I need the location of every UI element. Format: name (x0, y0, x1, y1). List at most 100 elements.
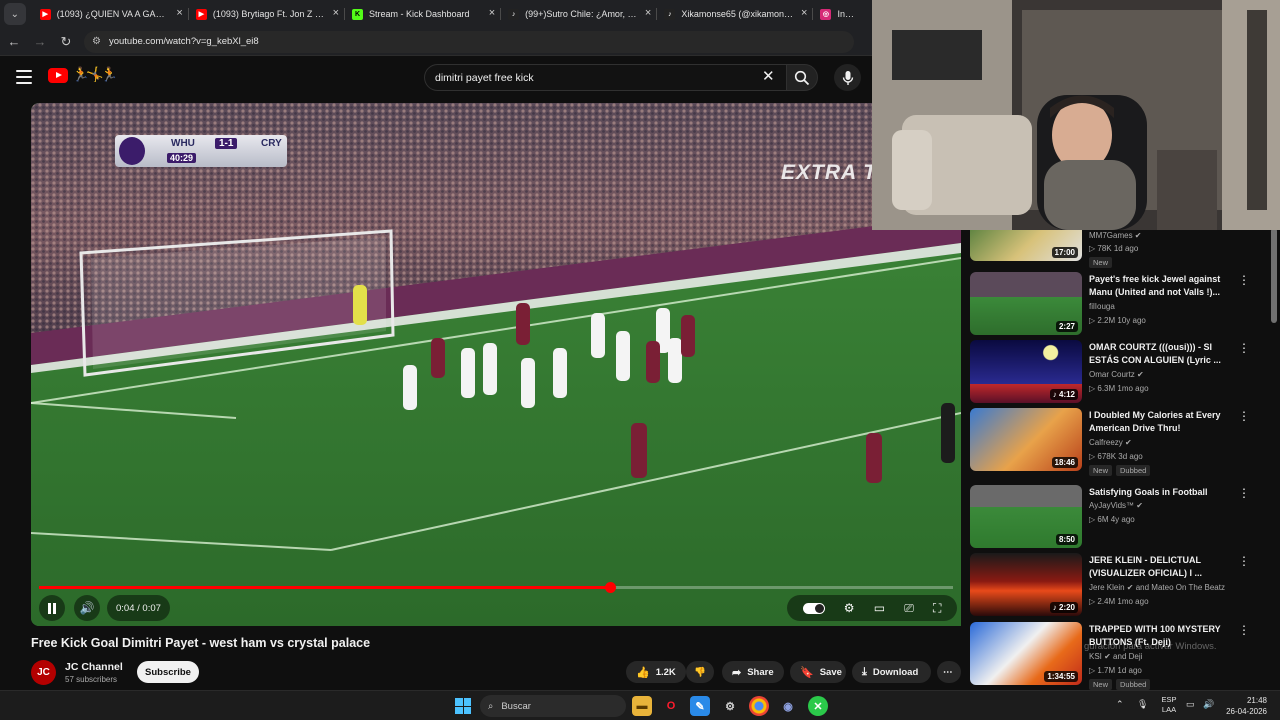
chrome-icon[interactable] (749, 696, 769, 716)
dislike-button[interactable]: 👎 (686, 661, 714, 683)
volume-button[interactable]: 🔊 (74, 595, 100, 621)
voice-search-button[interactable] (834, 64, 861, 91)
close-icon[interactable]: × (176, 8, 182, 19)
channel-name[interactable]: Omar Courtz ✔ (1089, 370, 1144, 379)
youtube-logo[interactable] (48, 68, 68, 83)
recommendation-item[interactable]: 2:27 Payet's free kick Jewel against Man… (970, 272, 1270, 338)
microphone-icon[interactable]: 🎙 (1137, 699, 1148, 710)
recommendation-item[interactable]: ♪ 2:20 JERE KLEIN - DELICTUAL (VISUALIZE… (970, 553, 1270, 619)
opera-icon[interactable]: O (661, 696, 681, 716)
progress-fill (39, 586, 611, 589)
channel-name[interactable]: Calfreezy ✔ (1089, 438, 1132, 447)
close-icon[interactable]: × (645, 8, 651, 19)
more-icon[interactable]: ⋮ (1238, 410, 1250, 422)
channel-name[interactable]: KSI ✔ and Deji (1089, 652, 1142, 661)
system-clock[interactable]: 21:48 26-04-2026 (1225, 695, 1267, 717)
recommendation-title[interactable]: Satisfying Goals in Football (1089, 486, 1225, 499)
video-thumbnail[interactable]: 18:46 (970, 408, 1082, 471)
settings-icon[interactable]: ⚙ (844, 601, 855, 615)
more-icon[interactable]: ⋮ (1238, 274, 1250, 286)
recommendation-item[interactable]: ♪ 4:12 OMAR COURTZ (((ousi))) - SI ESTÁS… (970, 340, 1270, 406)
url-field[interactable]: ⚙ youtube.com/watch?v=g_kebXl_ei8 (84, 30, 854, 53)
thumbs-down-icon: 👎 (694, 666, 706, 678)
tab-title: Instagram (837, 9, 854, 19)
reload-icon[interactable]: ↻ (54, 30, 78, 54)
chevron-up-icon[interactable]: ⌃ (1116, 699, 1124, 710)
xbox-icon[interactable]: ✕ (808, 696, 828, 716)
recommendation-title[interactable]: Payet's free kick Jewel against Manu (Un… (1089, 273, 1225, 299)
thumbs-up-icon: 👍 (636, 666, 650, 679)
close-icon[interactable]: × (801, 8, 807, 19)
discord-icon[interactable]: ◉ (778, 696, 798, 716)
channel-name[interactable]: AyJayVids™ ✔ (1089, 501, 1143, 510)
doodle-icon[interactable]: 🏃🤸🏃 (72, 66, 118, 83)
tiktok-icon: ♪ (508, 8, 520, 20)
language-indicator[interactable]: ESP LAA (1158, 695, 1180, 715)
save-button[interactable]: 🔖 Save (790, 661, 846, 683)
channel-name[interactable]: JC Channel (65, 661, 123, 673)
back-icon[interactable]: ← (2, 30, 26, 54)
network-icon[interactable]: ▭ (1186, 699, 1195, 710)
volume-icon[interactable]: 🔊 (1203, 699, 1214, 710)
file-explorer-icon[interactable]: ▬ (632, 696, 652, 716)
channel-avatar[interactable]: JC (31, 660, 56, 685)
tab-title: (1093) ¿QUIEN VA A GANAR LA (56, 9, 170, 19)
video-player[interactable]: WHU 1-1 CRY 40:29 EXTRA T 🔊 0:04 / 0:07 … (31, 103, 961, 626)
search-input[interactable]: dimitri payet free kick (424, 64, 786, 91)
recommendation-title[interactable]: I Doubled My Calories at Every American … (1089, 409, 1225, 435)
close-icon[interactable]: × (489, 8, 495, 19)
cast-icon[interactable]: ⎚ (904, 601, 914, 616)
more-icon[interactable]: ⋮ (1238, 342, 1250, 354)
recommendations-scrollbar[interactable] (1271, 228, 1277, 323)
video-thumbnail[interactable]: 17:00 (970, 228, 1082, 261)
more-icon[interactable]: ⋮ (1238, 624, 1250, 636)
taskbar-search[interactable]: ⌕ Buscar (480, 695, 626, 717)
more-actions-button[interactable]: ⋯ (937, 661, 961, 683)
recommendation-item[interactable]: 18:46 I Doubled My Calories at Every Ame… (970, 408, 1270, 476)
more-icon[interactable]: ⋮ (1238, 555, 1250, 567)
share-label: Share (747, 666, 774, 678)
site-info-icon[interactable]: ⚙ (92, 36, 101, 47)
channel-name[interactable]: Jere Klein ✔ and Mateo On The Beatz (1089, 583, 1225, 592)
channel-name[interactable]: MM7Games ✔ (1089, 231, 1142, 240)
windows-start-icon[interactable] (455, 698, 471, 714)
autoplay-toggle[interactable] (802, 602, 825, 614)
channel-name[interactable]: filIouga (1089, 302, 1115, 311)
tab-instagram[interactable]: ◎ Instagram (812, 0, 872, 28)
notepad-icon[interactable]: ✎ (690, 696, 710, 716)
search-icon: ⌕ (488, 700, 494, 712)
tab-strip: ⌄ ▶ (1093) ¿QUIEN VA A GANAR LA × ▶ (109… (0, 0, 872, 28)
recommendation-item[interactable]: 1:34:55 TRAPPED WITH 100 MYSTERY BUTTONS… (970, 622, 1270, 690)
theater-mode-icon[interactable]: ▭ (874, 601, 885, 615)
recommendation-item[interactable]: 17:00 MM7Games ✔ ▷ 78K 1d ago New (970, 228, 1270, 268)
video-thumbnail[interactable]: 2:27 (970, 272, 1082, 335)
video-thumbnail[interactable]: 1:34:55 (970, 622, 1082, 685)
video-thumbnail[interactable]: ♪ 4:12 (970, 340, 1082, 403)
recommendation-title[interactable]: OMAR COURTZ (((ousi))) - SI ESTÁS CON AL… (1089, 341, 1225, 367)
volume-icon: 🔊 (79, 601, 95, 615)
steam-icon[interactable]: ⚙ (720, 696, 740, 716)
tab-search-button[interactable]: ⌄ (4, 3, 26, 25)
menu-icon[interactable] (16, 70, 32, 84)
search-button[interactable] (786, 64, 818, 91)
tab-tiktok-2[interactable]: ♪ Xikamonse65 (@xikamonse65) × (656, 0, 812, 28)
video-thumbnail[interactable]: 8:50 (970, 485, 1082, 548)
subscribe-button[interactable]: Subscribe (137, 661, 199, 683)
recommendation-item[interactable]: 8:50 Satisfying Goals in Football AyJayV… (970, 485, 1270, 551)
tab-youtube-1[interactable]: ▶ (1093) ¿QUIEN VA A GANAR LA × (32, 0, 188, 28)
forward-icon[interactable]: → (28, 30, 52, 54)
pause-button[interactable] (39, 595, 65, 621)
progress-bar[interactable] (39, 586, 953, 589)
share-button[interactable]: ➦ Share (722, 661, 784, 683)
fullscreen-icon[interactable]: ⛶ (933, 601, 941, 616)
like-button[interactable]: 👍 1.2K (626, 661, 686, 683)
download-button[interactable]: ⤓ Download (852, 661, 931, 683)
close-icon[interactable]: × (333, 8, 339, 19)
video-thumbnail[interactable]: ♪ 2:20 (970, 553, 1082, 616)
tab-tiktok-1[interactable]: ♪ (99+)Sutro Chile: ¿Amor, Posic × (500, 0, 656, 28)
recommendation-title[interactable]: JERE KLEIN - DELICTUAL (VISUALIZER OFICI… (1089, 554, 1225, 580)
tab-kick-dashboard[interactable]: K Stream - Kick Dashboard × (344, 0, 500, 28)
tab-youtube-2[interactable]: ▶ (1093) Brytiago Ft. Jon Z - High × (187, 0, 344, 28)
clear-icon[interactable]: ✕ (762, 68, 775, 86)
more-icon[interactable]: ⋮ (1238, 487, 1250, 499)
